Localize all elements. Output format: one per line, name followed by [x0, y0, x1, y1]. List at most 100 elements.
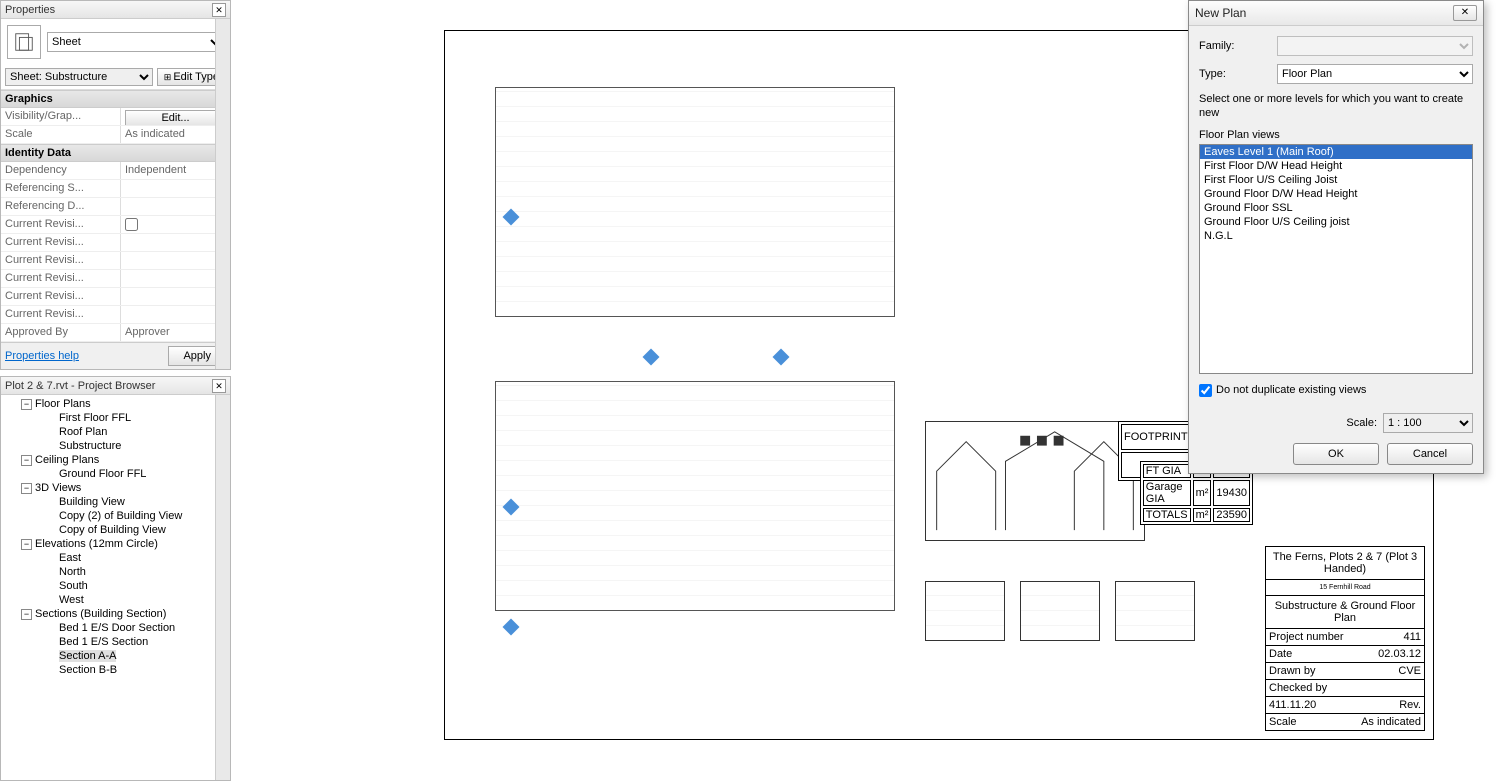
section-marker[interactable]: [643, 349, 660, 366]
mini-plan-2[interactable]: [1020, 581, 1100, 641]
ok-button[interactable]: OK: [1293, 443, 1379, 465]
tree-item[interactable]: Copy of Building View: [3, 523, 228, 537]
level-item[interactable]: First Floor D/W Head Height: [1200, 159, 1472, 173]
property-value[interactable]: Independent: [121, 162, 230, 179]
tree-label[interactable]: West: [59, 594, 84, 606]
duplicate-checkbox-label[interactable]: Do not duplicate existing views: [1216, 384, 1366, 396]
tree-toggle[interactable]: −: [21, 399, 32, 410]
dialog-close-button[interactable]: ✕: [1453, 5, 1477, 21]
family-dropdown[interactable]: [1277, 36, 1473, 56]
tree-branch[interactable]: −Elevations (12mm Circle): [3, 537, 228, 551]
tree-label[interactable]: South: [59, 580, 88, 592]
browser-scrollbar[interactable]: [215, 395, 230, 780]
tree-item[interactable]: Substructure: [3, 439, 228, 453]
property-name: Current Revisi...: [1, 288, 121, 305]
plan-view-first-floor[interactable]: [495, 381, 895, 611]
tree-label[interactable]: Substructure: [59, 440, 121, 452]
tree-item[interactable]: First Floor FFL: [3, 411, 228, 425]
tree-label[interactable]: Section B-B: [59, 664, 117, 676]
tree-item[interactable]: Ground Floor FFL: [3, 467, 228, 481]
property-value[interactable]: [121, 270, 230, 287]
property-value[interactable]: [121, 288, 230, 305]
property-value[interactable]: As indicated: [121, 126, 230, 143]
tree-item[interactable]: Copy (2) of Building View: [3, 509, 228, 523]
tree-branch[interactable]: −Sections (Building Section): [3, 607, 228, 621]
tree-label[interactable]: Sections (Building Section): [35, 608, 166, 620]
tree-label[interactable]: 3D Views: [35, 482, 81, 494]
tree-label[interactable]: Building View: [59, 496, 125, 508]
instance-selector[interactable]: Sheet: Substructure: [5, 68, 153, 86]
tree-label[interactable]: Section A-A: [59, 650, 116, 662]
cancel-button[interactable]: Cancel: [1387, 443, 1473, 465]
property-group-header[interactable]: Graphics⌃: [1, 90, 230, 108]
tree-toggle[interactable]: −: [21, 455, 32, 466]
levels-listbox[interactable]: Eaves Level 1 (Main Roof)First Floor D/W…: [1199, 144, 1473, 374]
tree-branch[interactable]: −3D Views: [3, 481, 228, 495]
section-marker[interactable]: [503, 619, 520, 636]
tree-item[interactable]: Bed 1 E/S Section: [3, 635, 228, 649]
tree-item[interactable]: Roof Plan: [3, 425, 228, 439]
section-marker[interactable]: [773, 349, 790, 366]
properties-help-link[interactable]: Properties help: [5, 350, 79, 362]
level-item[interactable]: Eaves Level 1 (Main Roof): [1200, 145, 1472, 159]
tree-toggle[interactable]: −: [21, 539, 32, 550]
tree-branch[interactable]: −Floor Plans: [3, 397, 228, 411]
title-block[interactable]: The Ferns, Plots 2 & 7 (Plot 3 Handed) 1…: [1265, 546, 1425, 731]
edit-button[interactable]: Edit...: [125, 110, 226, 125]
property-value[interactable]: Approver: [121, 324, 230, 341]
tree-label[interactable]: Copy of Building View: [59, 524, 166, 536]
tree-item[interactable]: Bed 1 E/S Door Section: [3, 621, 228, 635]
tree-label[interactable]: Ceiling Plans: [35, 454, 99, 466]
property-value[interactable]: [121, 306, 230, 323]
tree-branch[interactable]: −Ceiling Plans: [3, 453, 228, 467]
tree-item[interactable]: North: [3, 565, 228, 579]
tree-label[interactable]: Roof Plan: [59, 426, 107, 438]
property-value[interactable]: [121, 180, 230, 197]
tree-label[interactable]: North: [59, 566, 86, 578]
properties-scrollbar[interactable]: [215, 19, 230, 369]
property-group-header[interactable]: Identity Data⌃: [1, 144, 230, 162]
browser-close-button[interactable]: ✕: [212, 379, 226, 393]
property-value[interactable]: [121, 216, 230, 233]
tree-toggle[interactable]: −: [21, 483, 32, 494]
elevation-view[interactable]: [925, 421, 1145, 541]
tree-item[interactable]: South: [3, 579, 228, 593]
mini-plan-3[interactable]: [1115, 581, 1195, 641]
tree-item[interactable]: East: [3, 551, 228, 565]
level-item[interactable]: Ground Floor D/W Head Height: [1200, 187, 1472, 201]
tree-label[interactable]: Elevations (12mm Circle): [35, 538, 158, 550]
level-item[interactable]: First Floor U/S Ceiling Joist: [1200, 173, 1472, 187]
dialog-titlebar[interactable]: New Plan ✕: [1189, 1, 1483, 26]
tree-item[interactable]: Building View: [3, 495, 228, 509]
mini-plan-1[interactable]: [925, 581, 1005, 641]
tree-label[interactable]: East: [59, 552, 81, 564]
property-name: Referencing S...: [1, 180, 121, 197]
tree-label[interactable]: Ground Floor FFL: [59, 468, 146, 480]
level-item[interactable]: Ground Floor SSL: [1200, 201, 1472, 215]
tree-label[interactable]: Copy (2) of Building View: [59, 510, 182, 522]
type-selector-dropdown[interactable]: Sheet: [47, 32, 224, 52]
properties-close-button[interactable]: ✕: [212, 3, 226, 17]
instance-row: Sheet: Substructure ⊞ Edit Type: [1, 65, 230, 90]
tree-item[interactable]: West: [3, 593, 228, 607]
property-value[interactable]: Edit...: [121, 108, 230, 125]
duplicate-checkbox[interactable]: [1199, 384, 1212, 397]
property-checkbox[interactable]: [125, 218, 138, 231]
tree-item[interactable]: Section B-B: [3, 663, 228, 677]
property-value[interactable]: [121, 198, 230, 215]
property-row: Referencing S...: [1, 180, 230, 198]
tree-label[interactable]: First Floor FFL: [59, 412, 131, 424]
tree-item[interactable]: Section A-A: [3, 649, 228, 663]
property-value[interactable]: [121, 234, 230, 251]
level-item[interactable]: N.G.L: [1200, 229, 1472, 243]
plan-view-substructure[interactable]: [495, 87, 895, 317]
tree-label[interactable]: Bed 1 E/S Door Section: [59, 622, 175, 634]
tree-toggle[interactable]: −: [21, 609, 32, 620]
level-item[interactable]: Ground Floor U/S Ceiling joist: [1200, 215, 1472, 229]
list-label: Floor Plan views: [1199, 129, 1473, 141]
tree-label[interactable]: Bed 1 E/S Section: [59, 636, 148, 648]
tree-label[interactable]: Floor Plans: [35, 398, 91, 410]
property-value[interactable]: [121, 252, 230, 269]
type-dropdown[interactable]: Floor Plan: [1277, 64, 1473, 84]
scale-dropdown[interactable]: 1 : 100: [1383, 413, 1473, 433]
